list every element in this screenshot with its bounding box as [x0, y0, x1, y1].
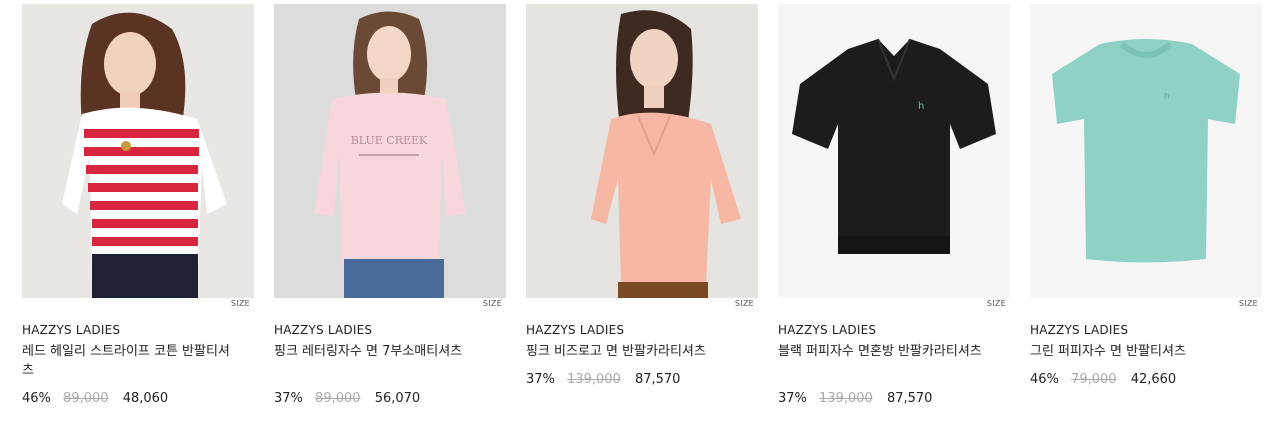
- product-name[interactable]: 핑크 레터링자수 면 7부소매티셔츠: [274, 342, 484, 361]
- size-label[interactable]: SIZE: [483, 299, 502, 308]
- product-name[interactable]: 핑크 비즈로고 면 반팔카라티셔츠: [526, 342, 736, 361]
- product-image[interactable]: BLUE CREEK: [274, 4, 506, 298]
- product-photo-pink-lettering-tee: BLUE CREEK: [274, 4, 506, 298]
- brand-name: HAZZYS LADIES: [778, 323, 877, 337]
- discount-rate: 46%: [1030, 372, 1059, 387]
- product-card[interactable]: SIZE HAZZYS LADIES 레드 헤일리 스트라이프 코튼 반팔티셔츠…: [22, 4, 254, 406]
- sale-price: 87,570: [886, 391, 933, 406]
- price-row: 37% 89,000 56,070: [274, 391, 420, 406]
- product-image[interactable]: [22, 4, 254, 298]
- product-card[interactable]: h SIZE HAZZYS LADIES 그린 퍼피자수 면 반팔티셔츠 46%…: [1030, 4, 1262, 387]
- product-card[interactable]: SIZE HAZZYS LADIES 핑크 비즈로고 면 반팔카라티셔츠 37%…: [526, 4, 758, 387]
- sale-price: 48,060: [122, 391, 169, 406]
- product-photo-pink-polo: [526, 4, 758, 298]
- original-price: 79,000: [1071, 372, 1117, 387]
- product-photo-black-polo: h: [778, 4, 1010, 298]
- original-price: 139,000: [819, 391, 873, 406]
- size-label[interactable]: SIZE: [735, 299, 754, 308]
- price-row: 37% 139,000 87,570: [526, 372, 680, 387]
- discount-rate: 46%: [22, 391, 51, 406]
- svg-text:h: h: [918, 101, 924, 112]
- product-card[interactable]: h SIZE HAZZYS LADIES 블랙 퍼피자수 면혼방 반팔카라티셔츠…: [778, 4, 1010, 406]
- product-name[interactable]: 레드 헤일리 스트라이프 코튼 반팔티셔츠: [22, 342, 232, 380]
- svg-text:h: h: [1164, 92, 1170, 102]
- price-row: 46% 79,000 42,660: [1030, 372, 1176, 387]
- discount-rate: 37%: [274, 391, 303, 406]
- size-label[interactable]: SIZE: [987, 299, 1006, 308]
- sale-price: 42,660: [1130, 372, 1177, 387]
- product-name[interactable]: 그린 퍼피자수 면 반팔티셔츠: [1030, 342, 1240, 361]
- brand-name: HAZZYS LADIES: [22, 323, 121, 337]
- product-image[interactable]: [526, 4, 758, 298]
- product-card[interactable]: BLUE CREEK SIZE HAZZYS LADIES 핑크 레터링자수 면…: [274, 4, 506, 406]
- product-grid: SIZE HAZZYS LADIES 레드 헤일리 스트라이프 코튼 반팔티셔츠…: [0, 0, 1266, 441]
- brand-name: HAZZYS LADIES: [1030, 323, 1129, 337]
- size-label[interactable]: SIZE: [231, 299, 250, 308]
- sale-price: 87,570: [634, 372, 681, 387]
- product-image[interactable]: h: [778, 4, 1010, 298]
- sale-price: 56,070: [374, 391, 421, 406]
- original-price: 89,000: [63, 391, 109, 406]
- discount-rate: 37%: [526, 372, 555, 387]
- price-row: 37% 139,000 87,570: [778, 391, 932, 406]
- brand-name: HAZZYS LADIES: [274, 323, 373, 337]
- svg-text:BLUE CREEK: BLUE CREEK: [351, 134, 428, 147]
- discount-rate: 37%: [778, 391, 807, 406]
- brand-name: HAZZYS LADIES: [526, 323, 625, 337]
- product-photo-red-stripe-tee: [22, 4, 254, 298]
- product-name[interactable]: 블랙 퍼피자수 면혼방 반팔카라티셔츠: [778, 342, 988, 361]
- product-image[interactable]: h: [1030, 4, 1262, 298]
- product-photo-mint-tee: h: [1030, 4, 1262, 298]
- price-row: 46% 89,000 48,060: [22, 391, 168, 406]
- original-price: 89,000: [315, 391, 361, 406]
- size-label[interactable]: SIZE: [1239, 299, 1258, 308]
- original-price: 139,000: [567, 372, 621, 387]
